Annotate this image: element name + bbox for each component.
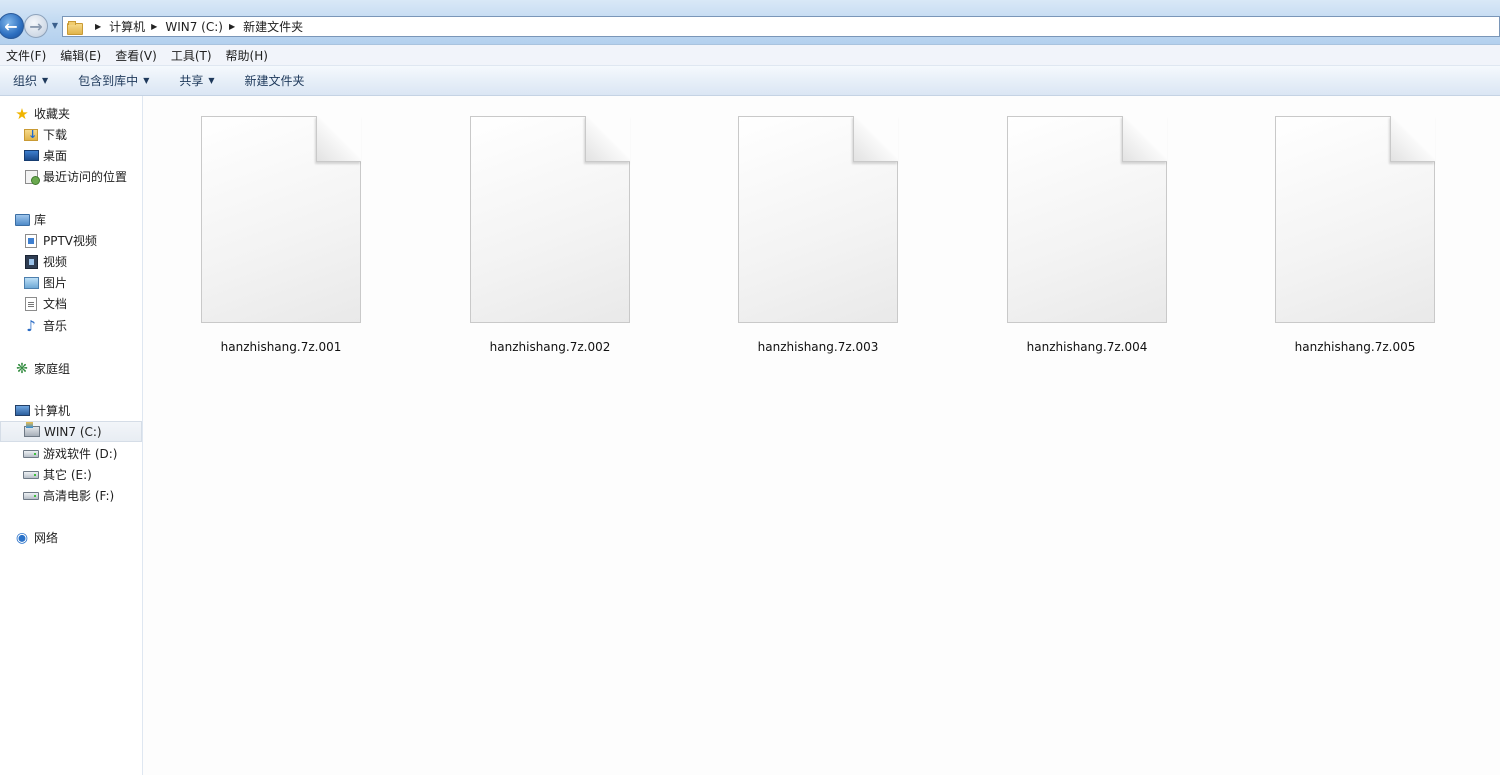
file-name: hanzhishang.7z.003 <box>757 340 879 354</box>
menu-help[interactable]: 帮助(H) <box>226 47 268 64</box>
nav-label: 收藏夹 <box>34 107 71 121</box>
recent-pages-dropdown[interactable]: ▼ <box>50 21 60 31</box>
menu-edit[interactable]: 编辑(E) <box>60 47 101 64</box>
desktop-icon <box>23 150 39 161</box>
nav-label: 下载 <box>43 128 68 142</box>
nav-network[interactable]: ◉ 网络 <box>14 527 142 548</box>
file-name: hanzhishang.7z.001 <box>220 340 342 354</box>
address-toolbar: ← → ▼ ▶ 计算机 ▶ WIN7 (C:) ▶ 新建文件夹 <box>0 0 1500 44</box>
nav-item-drive-d[interactable]: 游戏软件 (D:) <box>23 443 141 464</box>
folder-icon <box>67 20 83 35</box>
new-folder-label: 新建文件夹 <box>244 74 305 88</box>
new-folder-button[interactable]: 新建文件夹 <box>245 72 305 89</box>
hard-drive-icon <box>23 491 39 500</box>
nav-item-downloads[interactable]: 下载 <box>23 124 141 145</box>
file-item[interactable]: hanzhishang.7z.003 <box>681 116 901 366</box>
nav-label: 高清电影 (F:) <box>43 489 115 503</box>
file-list-view[interactable]: hanzhishang.7z.001 hanzhishang.7z.002 ha… <box>144 96 1500 775</box>
file-item[interactable]: hanzhishang.7z.005 <box>1218 116 1438 366</box>
star-icon: ★ <box>15 104 29 123</box>
homegroup-icon: ❋ <box>16 360 28 377</box>
chevron-right-icon[interactable]: ▶ <box>151 22 157 31</box>
video-library-icon <box>24 254 38 269</box>
nav-item-pptv[interactable]: PPTV视频 <box>23 230 141 251</box>
menu-tools[interactable]: 工具(T) <box>171 47 212 64</box>
caret-down-icon: ▼ <box>42 76 49 85</box>
nav-label: 最近访问的位置 <box>43 170 128 184</box>
pptv-library-icon <box>25 233 37 248</box>
nav-label: 库 <box>34 213 47 227</box>
file-name: hanzhishang.7z.005 <box>1294 340 1416 354</box>
nav-label: 音乐 <box>43 319 68 333</box>
recent-places-icon <box>24 169 40 185</box>
nav-item-drive-e[interactable]: 其它 (E:) <box>23 464 141 485</box>
share-button[interactable]: 共享 ▼ <box>179 72 214 89</box>
menu-file[interactable]: 文件(F) <box>6 47 46 64</box>
hard-drive-icon <box>23 449 39 458</box>
file-name: hanzhishang.7z.002 <box>489 340 611 354</box>
downloads-folder-icon <box>24 128 38 141</box>
nav-item-music[interactable]: ♪ 音乐 <box>23 315 141 336</box>
caret-down-icon: ▼ <box>143 76 150 85</box>
nav-label: 计算机 <box>34 404 71 418</box>
nav-label: 视频 <box>43 255 68 269</box>
nav-label: 文档 <box>43 297 68 311</box>
nav-label: 网络 <box>34 531 59 545</box>
nav-homegroup[interactable]: ❋ 家庭组 <box>14 358 142 379</box>
organize-button[interactable]: 组织 ▼ <box>13 72 48 89</box>
navigation-pane[interactable]: ★ 收藏夹 下载 桌面 最近访问的位置 库 PPTV视频 视频 图片 文档 ♪ … <box>0 96 143 775</box>
file-item[interactable]: hanzhishang.7z.001 <box>144 116 364 366</box>
back-button[interactable]: ← <box>0 13 24 39</box>
nav-label: 其它 (E:) <box>43 468 92 482</box>
address-field[interactable]: ▶ 计算机 ▶ WIN7 (C:) ▶ 新建文件夹 <box>62 16 1500 37</box>
breadcrumb-folder[interactable]: 新建文件夹 <box>243 18 303 35</box>
nav-libraries[interactable]: 库 <box>14 209 142 230</box>
nav-item-drive-f[interactable]: 高清电影 (F:) <box>23 485 141 506</box>
nav-item-drive-c[interactable]: WIN7 (C:) <box>0 421 142 442</box>
nav-label: 游戏软件 (D:) <box>43 447 118 461</box>
computer-icon <box>14 405 30 416</box>
caret-down-icon: ▼ <box>208 76 215 85</box>
forward-arrow-icon: → <box>29 16 43 36</box>
nav-label: 桌面 <box>43 149 68 163</box>
organize-label: 组织 <box>13 74 38 88</box>
nav-item-documents[interactable]: 文档 <box>23 293 141 314</box>
forward-button[interactable]: → <box>24 14 48 38</box>
menu-bar: 文件(F) 编辑(E) 查看(V) 工具(T) 帮助(H) <box>0 44 1500 66</box>
documents-library-icon <box>25 296 37 311</box>
hard-drive-icon <box>23 470 39 479</box>
system-drive-icon <box>24 422 40 437</box>
menu-view[interactable]: 查看(V) <box>115 47 157 64</box>
share-label: 共享 <box>179 74 204 88</box>
command-bar: 组织 ▼ 包含到库中 ▼ 共享 ▼ 新建文件夹 <box>0 66 1500 96</box>
nav-item-pictures[interactable]: 图片 <box>23 272 141 293</box>
nav-label: PPTV视频 <box>43 234 98 248</box>
chevron-right-icon[interactable]: ▶ <box>229 22 235 31</box>
nav-label: WIN7 (C:) <box>44 424 102 439</box>
music-library-icon: ♪ <box>26 316 36 335</box>
network-icon: ◉ <box>15 529 29 546</box>
nav-computer[interactable]: 计算机 <box>14 400 142 421</box>
include-in-library-label: 包含到库中 <box>78 74 139 88</box>
nav-item-desktop[interactable]: 桌面 <box>23 145 141 166</box>
nav-label: 家庭组 <box>34 362 71 376</box>
nav-item-recent-places[interactable]: 最近访问的位置 <box>23 166 141 187</box>
file-item[interactable]: hanzhishang.7z.002 <box>413 116 633 366</box>
chevron-right-icon[interactable]: ▶ <box>95 22 101 31</box>
nav-favorites[interactable]: ★ 收藏夹 <box>14 103 142 124</box>
nav-item-videos[interactable]: 视频 <box>23 251 141 272</box>
nav-label: 图片 <box>43 276 68 290</box>
back-arrow-icon: ← <box>4 16 18 36</box>
include-in-library-button[interactable]: 包含到库中 ▼ <box>78 72 149 89</box>
breadcrumb-computer[interactable]: 计算机 <box>109 18 145 35</box>
file-name: hanzhishang.7z.004 <box>1026 340 1148 354</box>
pictures-library-icon <box>23 276 39 289</box>
breadcrumb-drive[interactable]: WIN7 (C:) <box>165 20 223 34</box>
file-item[interactable]: hanzhishang.7z.004 <box>950 116 1170 366</box>
library-icon <box>14 213 30 226</box>
